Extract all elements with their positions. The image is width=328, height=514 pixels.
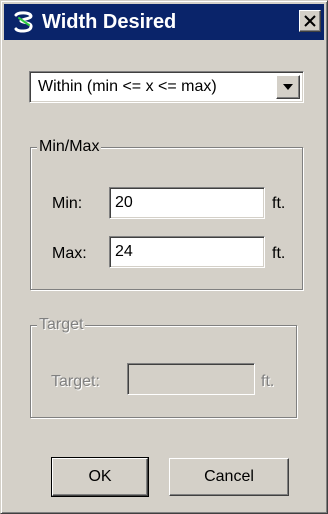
window-title: Width Desired (42, 11, 177, 33)
target-input[interactable] (127, 363, 255, 395)
chevron-down-icon (283, 84, 293, 90)
close-icon (304, 15, 316, 27)
min-unit-label: ft. (272, 195, 286, 212)
target-label: Target: (51, 373, 100, 390)
cancel-button[interactable]: Cancel (169, 458, 289, 496)
min-input[interactable]: 20 (109, 187, 265, 219)
max-input[interactable]: 24 (109, 236, 265, 268)
target-group-legend: Target (37, 315, 86, 335)
dropdown-arrow-button[interactable] (276, 75, 300, 99)
min-label: Min: (52, 195, 83, 212)
minmax-group-legend: Min/Max (37, 137, 102, 157)
range-mode-value: Within (min <= x <= max) (38, 78, 217, 95)
target-unit-label: ft. (261, 373, 275, 390)
app-logo-icon (14, 11, 33, 33)
close-button[interactable] (299, 10, 321, 32)
ok-button[interactable]: OK (51, 457, 149, 497)
dialog-window: Width Desired Within (min <= x <= max) M… (0, 0, 328, 514)
max-label: Max: (52, 245, 87, 262)
title-bar[interactable]: Width Desired (4, 4, 324, 40)
max-unit-label: ft. (272, 245, 286, 262)
range-mode-select[interactable]: Within (min <= x <= max) (29, 71, 304, 103)
